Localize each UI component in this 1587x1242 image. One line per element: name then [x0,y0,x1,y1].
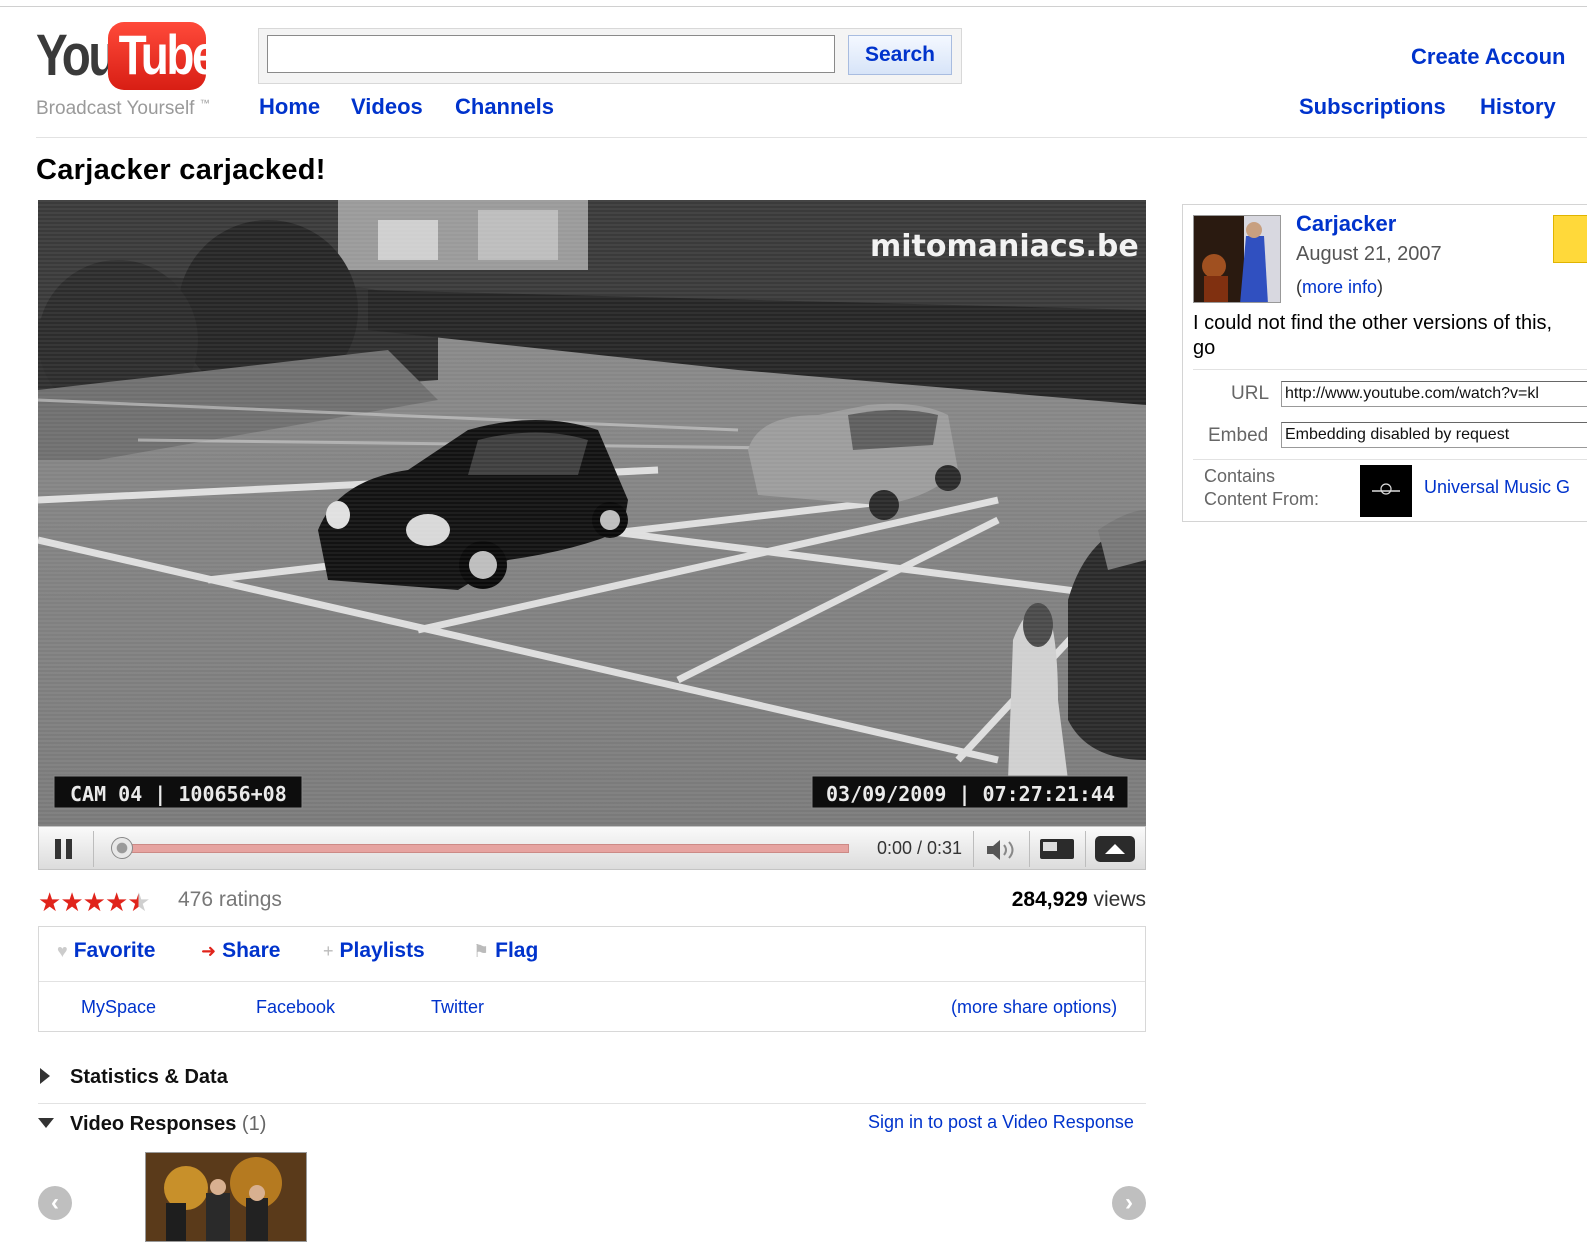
share-label: Share [222,939,281,962]
contains-content-label: Contains Content From: [1204,465,1319,511]
share-facebook[interactable]: Facebook [256,997,335,1018]
header-divider [36,137,1587,138]
control-divider [1029,831,1030,867]
player-controls: 0:00 / 0:31 [38,826,1146,870]
heart-icon: ♥ [57,941,68,961]
statistics-header[interactable]: Statistics & Data [70,1066,228,1089]
share-twitter[interactable]: Twitter [431,997,484,1018]
cam-label: CAM 04 | 100656+08 [70,782,287,806]
scrubber-handle[interactable] [111,837,133,859]
next-arrow-icon[interactable]: › [1112,1186,1146,1220]
star-icon[interactable]: ★ [127,887,150,917]
tagline-text: Broadcast Yourself [36,98,195,119]
ratings-count: 476 ratings [178,888,282,911]
response-thumbnail[interactable] [145,1152,307,1242]
view-count: 284,929 views [1012,888,1146,912]
loaded-bar [117,844,849,853]
embed-field[interactable] [1281,422,1587,448]
top-border [0,6,1587,7]
volume-icon[interactable] [985,839,1019,861]
universal-music-logo[interactable] [1360,465,1412,517]
tagline-tm: ™ [199,98,210,110]
progress-bar[interactable] [111,837,849,859]
description-line: I could not find the other versions of t… [1193,312,1553,334]
video-timestamp: 03/09/2009 | 07:27:21:44 [826,782,1115,806]
sidebar-divider [1193,369,1587,370]
arrow-right-icon: ➜ [201,941,217,961]
description-line: go [1193,337,1216,359]
search-input[interactable] [267,35,835,73]
nav-home[interactable]: Home [259,94,320,120]
flag-icon: ⚑ [473,941,490,961]
youtube-logo[interactable]: You Tube [36,22,217,96]
search-button[interactable]: Search [848,35,952,75]
subscribe-button[interactable] [1553,215,1587,263]
views-number: 284,929 [1011,888,1088,911]
share-myspace[interactable]: MySpace [81,997,156,1018]
upload-date: August 21, 2007 [1296,243,1442,265]
avatar[interactable] [1193,215,1281,303]
playlists-label: Playlists [339,939,425,962]
more-share-options[interactable]: (more share options) [951,997,1117,1018]
views-label: views [1093,888,1146,911]
flag-label: Flag [495,939,539,962]
star-icon[interactable]: ★ [105,887,128,917]
fullscreen-icon[interactable] [1095,836,1135,862]
video-frame: mitomaniacs.be CAM 04 | 100656+08 03/09/… [38,200,1146,826]
widescreen-icon[interactable] [1039,836,1075,862]
logo-tube-text: Tube [118,23,218,86]
subscriptions-link[interactable]: Subscriptions [1299,94,1446,120]
star-icon[interactable]: ★ [83,887,106,917]
control-divider [973,831,974,867]
contains-label-line: Contains [1204,466,1276,486]
contains-label-line: Content From: [1204,489,1320,509]
uploader-name[interactable]: Carjacker [1296,211,1396,237]
url-label: URL [1231,383,1270,404]
sidebar-divider [1193,459,1587,460]
content-owner-link[interactable]: Universal Music G [1424,477,1570,498]
time-display: 0:00 / 0:31 [877,838,963,858]
pause-icon[interactable] [53,839,75,859]
nav-videos[interactable]: Videos [351,94,423,120]
video-responses-header[interactable]: Video Responses (1) [70,1113,266,1136]
nav-channels[interactable]: Channels [455,94,554,120]
logo-tube-badge: Tube [108,22,217,90]
more-info-close: ) [1377,277,1384,297]
actions-panel: ♥ Favorite ➜ Share + Playlists ⚑ Flag MySpac… [38,926,1146,1032]
actions-divider [39,981,1145,982]
embed-label: Embed [1208,425,1269,446]
prev-arrow-icon[interactable]: ‹ [38,1186,72,1220]
star-icon[interactable]: ★ [60,887,83,917]
video-title: Carjacker carjacked! [36,154,326,186]
responses-count: (1) [241,1113,267,1135]
responses-label: Video Responses [70,1113,237,1135]
favorite-label: Favorite [73,939,156,962]
tagline: Broadcast Yourself ™ [36,98,210,120]
sign-in-response-link[interactable]: Sign in to post a Video Response [868,1112,1134,1133]
collapse-arrow-icon[interactable] [38,1118,54,1128]
share-button[interactable]: ➜ Share [201,939,280,963]
search-bar: Search [258,28,962,84]
more-info: (more info) [1296,277,1383,298]
logo-you-text: You [36,23,117,88]
create-account-link[interactable]: Create Accoun [1411,44,1565,70]
control-divider [93,831,94,867]
history-link[interactable]: History [1480,94,1556,120]
video-description: I could not find the other versions of t… [1193,311,1587,361]
star-icon[interactable]: ★ [38,887,61,917]
control-divider [1085,831,1086,867]
watermark: mitomaniacs.be [870,229,1139,264]
flag-button[interactable]: ⚑ Flag [473,939,538,963]
expand-arrow-icon[interactable] [40,1068,50,1084]
uploader-info-panel: Carjacker August 21, 2007 (more info) I … [1182,204,1587,522]
more-info-link[interactable]: more info [1302,277,1377,297]
playlists-button[interactable]: + Playlists [323,939,425,963]
plus-icon: + [323,941,334,961]
video-player[interactable]: mitomaniacs.be CAM 04 | 100656+08 03/09/… [38,200,1146,826]
star-rating[interactable]: ★★★★★ [38,887,151,918]
url-field[interactable] [1281,381,1587,407]
favorite-button[interactable]: ♥ Favorite [57,939,155,963]
section-divider [38,1103,1146,1104]
